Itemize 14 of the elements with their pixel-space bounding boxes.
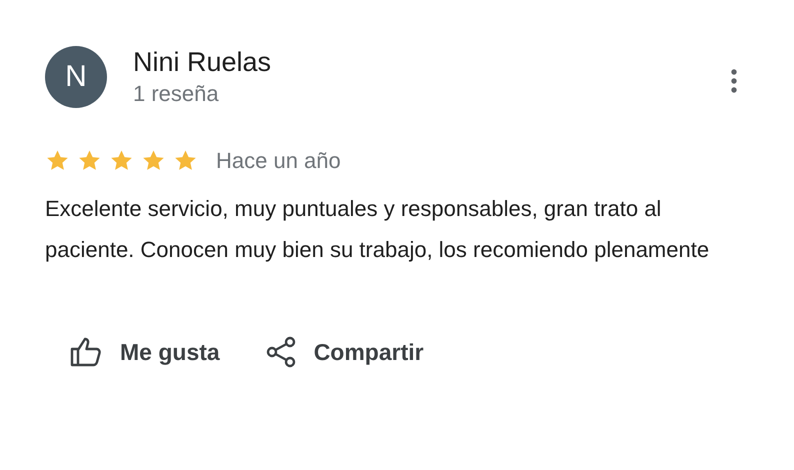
- share-button[interactable]: Compartir: [266, 330, 424, 374]
- review-text: Excelente servicio, muy puntuales y responsables, gran trato al paciente. Conocen muy bien su trabajo, los recomiendo plenamente: [45, 195, 710, 264]
- star-icon: [109, 149, 134, 173]
- star-icon: [45, 149, 70, 173]
- share-icon: [266, 336, 296, 368]
- star-icon: [141, 149, 166, 173]
- author-name: Nini Ruelas: [133, 46, 272, 78]
- review-count: 1 reseña: [133, 80, 220, 108]
- star-icon: [173, 149, 198, 173]
- like-button[interactable]: Me gusta: [70, 330, 220, 374]
- review-time: Hace un año: [216, 148, 341, 174]
- star-icon: [77, 149, 102, 173]
- avatar: N: [45, 46, 107, 108]
- thumbs-up-icon: [70, 337, 102, 367]
